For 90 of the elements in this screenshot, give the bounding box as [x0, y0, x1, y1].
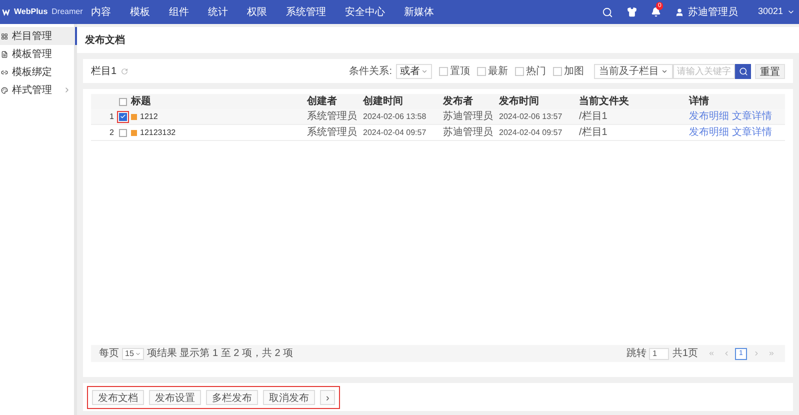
- result-summary: 项结果 显示第 1 至 2 项，共 2 项: [146, 346, 294, 361]
- column-header: 创建时间: [363, 94, 404, 109]
- action-button[interactable]: 发布文档: [92, 390, 144, 404]
- column-header: 发布时间: [499, 94, 540, 109]
- jump-label: 跳转: [626, 346, 646, 361]
- document-icon: [131, 114, 137, 120]
- relation-select[interactable]: 或者: [396, 64, 432, 78]
- checkbox-label: 置顶: [450, 64, 470, 78]
- table-cell-text: 2024-02-06 13:57: [499, 110, 564, 122]
- user-name[interactable]: 苏迪管理员: [688, 4, 738, 20]
- nav-link[interactable]: 权限: [247, 4, 267, 20]
- nav-link[interactable]: 内容: [91, 4, 111, 20]
- logo-icon: [2, 8, 10, 16]
- column-name: 栏目1: [91, 64, 117, 78]
- checkbox-label: 加图: [564, 64, 584, 78]
- column-header: 发布者: [443, 94, 474, 109]
- table-cell-text: 系统管理员: [307, 126, 358, 140]
- select-all-checkbox[interactable]: [119, 98, 127, 106]
- row-number: 2: [110, 126, 114, 138]
- first-page-icon: [708, 350, 714, 357]
- sidebar-item[interactable]: 模板绑定: [0, 63, 74, 81]
- detail-link[interactable]: 文章详情: [732, 109, 772, 124]
- previous-page-icon: [722, 350, 730, 357]
- scope-select[interactable]: 当前及子栏目: [594, 64, 673, 78]
- action-button[interactable]: 取消发布: [263, 390, 315, 404]
- detail-link[interactable]: 发布明细: [689, 125, 729, 140]
- keyword-field[interactable]: 请输入关键字: [673, 64, 735, 78]
- table-cell-text: /栏目1: [579, 110, 608, 124]
- nav-link[interactable]: 模板: [130, 4, 150, 20]
- checkbox[interactable]: [439, 66, 448, 76]
- reset-button[interactable]: 重置: [755, 64, 785, 78]
- refresh-icon[interactable]: [120, 68, 128, 74]
- caret-icon: [134, 350, 141, 356]
- checkbox[interactable]: [515, 66, 524, 76]
- action-button[interactable]: 发布设置: [149, 390, 201, 404]
- nav-link[interactable]: 组件: [169, 4, 189, 20]
- table-cell-text: 2024-02-06 13:58: [363, 110, 428, 122]
- shirt-icon[interactable]: [626, 7, 637, 17]
- total-pages: 共1页: [672, 346, 698, 361]
- next-page-icon: [752, 350, 760, 357]
- table-cell-text: 2024-02-04 09:57: [499, 126, 564, 138]
- sidebar-item[interactable]: 样式管理: [0, 81, 74, 99]
- jump-field[interactable]: 1: [649, 348, 670, 360]
- row-number: 1: [110, 110, 114, 122]
- caret-icon: [421, 68, 428, 74]
- table-cell-text: 苏迪管理员: [443, 126, 494, 140]
- column-header: 标题: [131, 94, 152, 109]
- per-page-label: 每页: [99, 347, 119, 361]
- action-button[interactable]: ›: [320, 390, 336, 404]
- caret-icon: [661, 68, 668, 74]
- action-button[interactable]: 多栏发布: [206, 390, 258, 404]
- checkbox[interactable]: [477, 66, 486, 76]
- table-cell-text: 苏迪管理员: [443, 110, 494, 124]
- sidebar-item[interactable]: 模板管理: [0, 45, 74, 63]
- page-title: 发布文档: [85, 34, 125, 48]
- checkbox-label: 热门: [526, 64, 546, 78]
- column-header: 当前文件夹: [579, 94, 630, 109]
- product-name: Dreamer: [52, 6, 83, 18]
- table-cell: 12123132: [140, 126, 176, 138]
- relation-label: 条件关系:: [349, 64, 392, 78]
- last-page-icon: [768, 350, 774, 357]
- nav-link[interactable]: 新媒体: [404, 4, 434, 20]
- per-page-select[interactable]: 15: [122, 348, 144, 360]
- checkbox-label: 最新: [488, 64, 508, 78]
- nav-link[interactable]: 系统管理: [286, 4, 326, 20]
- user-icon: [674, 8, 684, 16]
- search-icon: [738, 66, 748, 76]
- site-dropdown[interactable]: 30021: [758, 5, 795, 19]
- table-row[interactable]: 1 1212 系统管理员 2024-02-06 13:58 苏迪管理员 2024-02-06 13:57 /栏目1 发布明细 文章详情: [91, 109, 785, 125]
- search-icon[interactable]: [602, 6, 613, 18]
- table-row[interactable]: 2 12123132 系统管理员 2024-02-04 09:57 苏迪管理员 2024-02-04 09:57 /栏目1 发布明细 文章详情: [91, 125, 785, 141]
- chevron-icon: [63, 86, 71, 94]
- column-header: 创建者: [307, 94, 338, 109]
- nav-link[interactable]: 统计: [208, 4, 228, 20]
- nav-link[interactable]: 安全中心: [345, 4, 385, 20]
- table-cell: 1212: [140, 110, 158, 122]
- brand-name: WebPlus: [14, 6, 48, 18]
- checkbox[interactable]: [553, 66, 562, 76]
- row-checkbox[interactable]: [119, 128, 127, 136]
- search-button[interactable]: [735, 64, 751, 78]
- caret-icon: [787, 8, 795, 16]
- column-header: 详情: [689, 94, 710, 109]
- document-icon: [131, 130, 137, 136]
- table-cell-text: 系统管理员: [307, 110, 358, 124]
- detail-link[interactable]: 发布明细: [689, 109, 729, 124]
- sidebar-item[interactable]: 栏目管理: [0, 27, 77, 45]
- bell-icon[interactable]: [650, 7, 661, 17]
- detail-link[interactable]: 文章详情: [732, 125, 772, 140]
- table-cell-text: /栏目1: [579, 126, 608, 140]
- table-cell-text: 2024-02-04 09:57: [363, 126, 428, 138]
